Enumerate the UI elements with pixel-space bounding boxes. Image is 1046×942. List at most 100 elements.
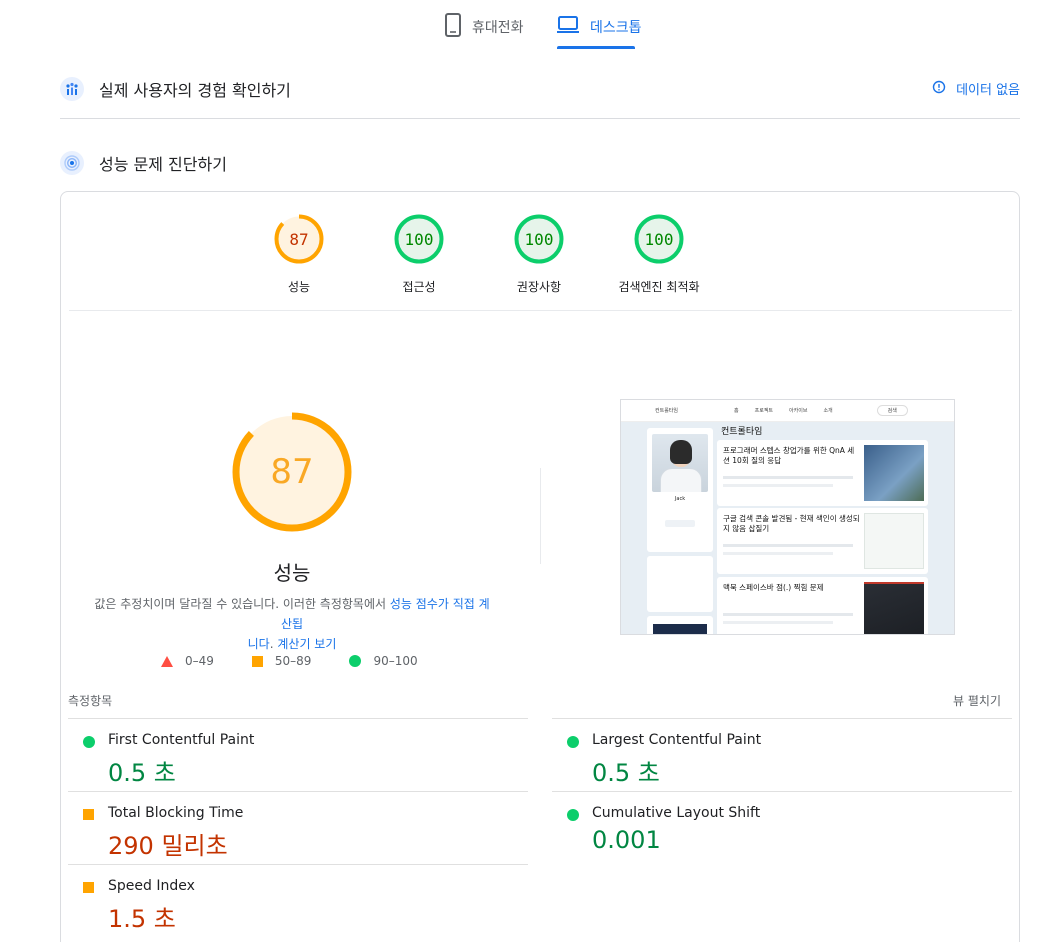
screenshot-post-3: 맥북 스페이스바 점(.) 찍힘 문제	[717, 577, 928, 634]
metric-item: Cumulative Layout Shift 0.001	[552, 791, 1012, 864]
screenshot-avatar	[652, 434, 708, 492]
screenshot-nav-1: 홈	[734, 408, 739, 414]
tab-mobile[interactable]: 휴대전화	[444, 12, 524, 42]
gauge-ring: 100	[634, 214, 684, 264]
phone-icon	[444, 13, 462, 41]
metric-value: 0.5 초	[108, 759, 176, 787]
screenshot-nav-3: 아카이브	[789, 408, 808, 414]
legend-fail: 0–49	[161, 654, 214, 668]
gauge-label: 검색엔진 최적화	[618, 280, 700, 294]
device-tabs: 휴대전화 데스크톱	[0, 0, 1046, 50]
screenshot-search: 검색	[876, 405, 908, 416]
gauges-divider	[69, 310, 1012, 311]
screenshot-sidebar-block	[647, 556, 713, 612]
metrics-header: 측정항목	[68, 694, 113, 708]
average-square-icon	[83, 882, 94, 893]
performance-title: 성능	[273, 561, 311, 585]
screenshot-post-3-image	[864, 582, 924, 634]
legend-pass-label: 90–100	[373, 654, 418, 668]
metric-name: Speed Index	[108, 878, 195, 894]
performance-score: 87	[270, 452, 314, 492]
metric-name: Cumulative Layout Shift	[592, 805, 761, 821]
pass-circle-icon	[349, 655, 362, 667]
performance-description: 값은 추정치이며 달라질 수 있습니다. 이러한 측정항목에서 성능 점수가 직…	[91, 594, 493, 654]
screenshot-heading: 컨트롤타임	[721, 427, 763, 437]
legend-fail-label: 0–49	[185, 654, 214, 668]
screenshot-site-name: 컨트롤타임	[655, 408, 679, 414]
metric-name: First Contentful Paint	[108, 732, 255, 748]
pass-circle-icon	[83, 736, 95, 748]
screenshot-book-image	[653, 624, 707, 634]
pass-circle-icon	[567, 736, 579, 748]
field-data-header: 실제 사용자의 경험 확인하기 데이터 없음	[60, 76, 1020, 102]
gauge-score: 100	[644, 229, 674, 249]
gauge-1[interactable]: 100 접근성	[359, 214, 479, 295]
metric-value: 1.5 초	[108, 905, 176, 933]
screenshot-nav-2: 프로젝트	[754, 408, 774, 414]
score-calculation-link-text-2: 니다	[247, 637, 270, 651]
tab-mobile-label: 휴대전화	[472, 20, 524, 36]
average-square-icon	[251, 655, 263, 667]
no-data-link[interactable]: 데이터 없음	[932, 79, 1020, 98]
category-gauges: 87 성능 100 접근성 100 권장사항 100 검색엔진 최적화	[61, 214, 1021, 294]
screenshot-nav-4: 소개	[823, 408, 833, 414]
screenshot-post-2-image	[864, 513, 924, 569]
page-screenshot[interactable]: 컨트롤타임 홈 프로젝트 아카이브 소개 검색 Jack 컨트롤타임 프로그래머…	[620, 399, 955, 635]
gauge-ring: 100	[514, 214, 564, 264]
metric-item: Speed Index 1.5 초	[68, 864, 528, 937]
legend-average-label: 50–89	[274, 654, 312, 668]
screenshot-post-1: 프로그래머 스텝스 창업가를 위한 QnA 세션 10회 질의 응답	[717, 440, 928, 506]
screenshot-post-1-image	[864, 445, 924, 501]
gauge-label: 성능	[287, 280, 311, 294]
gauge-3[interactable]: 100 검색엔진 최적화	[599, 214, 719, 295]
metric-name: Total Blocking Time	[108, 805, 244, 821]
lab-data-title: 성능 문제 진단하기	[99, 155, 227, 174]
metric-value: 0.5 초	[592, 759, 660, 787]
gauge-0[interactable]: 87 성능	[239, 214, 359, 295]
metric-value: 290 밀리초	[108, 832, 228, 860]
score-legend: 0–49 50–89 90–100	[161, 654, 456, 668]
section-divider	[60, 118, 1020, 119]
legend-average: 50–89	[251, 654, 312, 668]
screenshot-post-1-title: 프로그래머 스텝스 창업가를 위한 QnA 세션 10회 질의 응답	[723, 446, 855, 465]
active-tab-indicator	[557, 46, 635, 49]
gauge-2[interactable]: 100 권장사항	[479, 214, 599, 295]
average-square-icon	[83, 809, 94, 820]
diagnostics-icon	[60, 151, 84, 175]
gauge-score: 87	[289, 229, 309, 249]
metric-value: 0.001	[592, 826, 661, 854]
metric-item: First Contentful Paint 0.5 초	[68, 718, 528, 791]
metric-item: Total Blocking Time 290 밀리초	[68, 791, 528, 864]
lab-data-header: 성능 문제 진단하기	[60, 150, 1020, 176]
calculator-link[interactable]: 계산기 보기	[277, 637, 336, 651]
gauge-label: 접근성	[402, 280, 436, 294]
description-text: 값은 추정치이며 달라질 수 있습니다. 이러한 측정항목에서	[94, 597, 390, 611]
tab-desktop[interactable]: 데스크톱	[556, 12, 642, 42]
expand-view-toggle[interactable]: 뷰 펼치기	[953, 692, 1001, 709]
metric-item: Largest Contentful Paint 0.5 초	[552, 718, 1012, 791]
field-data-title: 실제 사용자의 경험 확인하기	[99, 81, 291, 100]
screenshot-profile-button	[665, 520, 695, 527]
metric-name: Largest Contentful Paint	[592, 732, 762, 748]
performance-gauge: 87	[231, 411, 353, 533]
gauge-score: 100	[524, 229, 554, 249]
legend-pass: 90–100	[349, 654, 418, 668]
no-data-label: 데이터 없음	[956, 83, 1020, 98]
lighthouse-report-card: 87 성능 100 접근성 100 권장사항 100 검색엔진 최적화 87 성능 값은 추정…	[60, 191, 1020, 942]
screenshot-post-3-title: 맥북 스페이스바 점(.) 찍힘 문제	[723, 583, 824, 592]
screenshot-profile-card: Jack	[647, 428, 713, 552]
users-chart-icon	[60, 77, 84, 101]
pass-circle-icon	[567, 809, 579, 821]
screenshot-topbar: 컨트롤타임 홈 프로젝트 아카이브 소개 검색	[621, 400, 954, 422]
gauge-ring: 100	[394, 214, 444, 264]
screenshot-profile-name: Jack	[674, 496, 686, 502]
screenshot-post-2: 구글 검색 콘솔 발견됨 - 현재 색인이 생성되지 않음 삽질기	[717, 508, 928, 574]
tab-desktop-label: 데스크톱	[590, 20, 642, 36]
gauge-label: 권장사항	[516, 280, 562, 294]
gauge-score: 100	[404, 229, 434, 249]
info-icon	[932, 80, 946, 98]
laptop-icon	[556, 15, 580, 39]
screenshot-body: Jack 컨트롤타임 프로그래머 스텝스 창업가를 위한 QnA 세션 10회 …	[621, 422, 954, 634]
gauge-ring: 87	[274, 214, 324, 264]
fail-triangle-icon	[161, 655, 173, 667]
